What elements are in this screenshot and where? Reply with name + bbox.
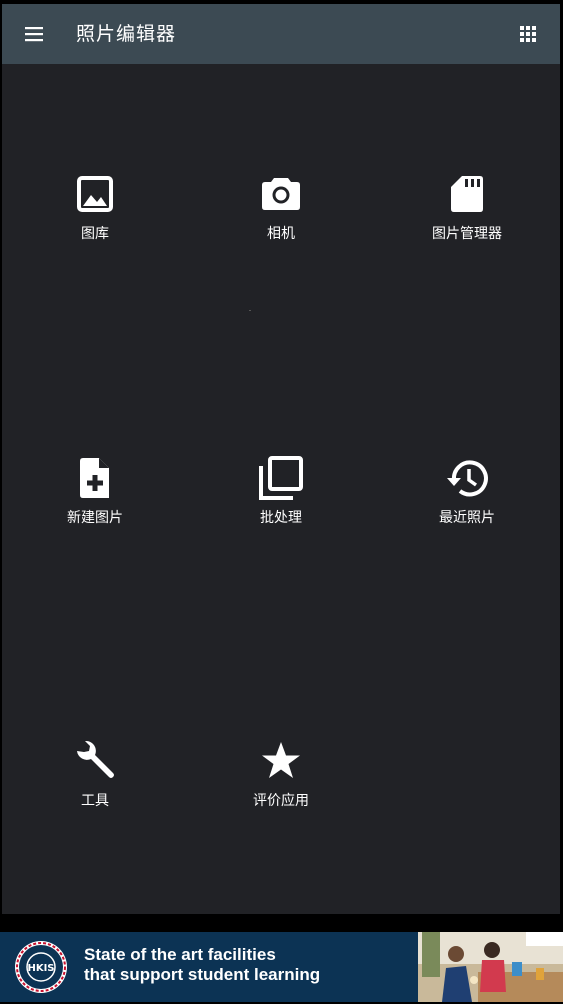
tools-tile[interactable]: 工具	[2, 737, 188, 857]
image-manager-tile[interactable]: 图片管理器	[374, 170, 560, 290]
ad-separator	[0, 914, 563, 932]
camera-label: 相机	[267, 226, 295, 242]
recent-photos-label: 最近照片	[439, 510, 495, 526]
batch-process-tile[interactable]: 批处理	[188, 454, 374, 574]
wrench-icon	[77, 740, 114, 778]
star-icon	[262, 742, 300, 778]
app-title: 照片编辑器	[76, 23, 177, 45]
apps-grid-icon[interactable]	[518, 24, 538, 44]
ad-headline-2: that support student learning	[84, 965, 321, 984]
new-image-tile[interactable]: 新建图片	[2, 454, 188, 574]
app-screen: 照片编辑器 图库 相机 图片管理器 新建图片 批处理 最近照片 工具 评价应用 …	[0, 0, 563, 1004]
layers-icon	[259, 456, 303, 500]
rate-app-label: 评价应用	[253, 793, 309, 809]
gallery-label: 图库	[81, 226, 109, 242]
camera-tile[interactable]: 相机	[188, 170, 374, 290]
batch-process-label: 批处理	[260, 510, 302, 526]
menu-icon[interactable]	[24, 24, 46, 44]
image-manager-label: 图片管理器	[432, 226, 502, 242]
camera-icon	[262, 178, 300, 210]
history-icon	[447, 460, 488, 497]
new-image-label: 新建图片	[67, 510, 123, 526]
recent-photos-tile[interactable]: 最近照片	[374, 454, 560, 574]
new-file-icon	[80, 458, 109, 498]
ad-headline-1: State of the art facilities	[84, 945, 276, 964]
sd-card-icon	[451, 176, 483, 212]
speck	[249, 310, 251, 311]
image-icon	[77, 176, 113, 212]
logo-text: HKIS	[27, 963, 54, 974]
school-logo-icon: HKIS	[15, 941, 67, 993]
app-bar: 照片编辑器	[2, 4, 560, 64]
home-grid: 图库 相机 图片管理器 新建图片 批处理 最近照片 工具 评价应用	[2, 64, 560, 914]
ad-photo-image	[418, 932, 563, 1002]
rate-app-tile[interactable]: 评价应用	[188, 737, 374, 857]
gallery-tile[interactable]: 图库	[2, 170, 188, 290]
ad-banner[interactable]: HKIS State of the art facilities that su…	[0, 932, 563, 1002]
tools-label: 工具	[81, 793, 109, 809]
